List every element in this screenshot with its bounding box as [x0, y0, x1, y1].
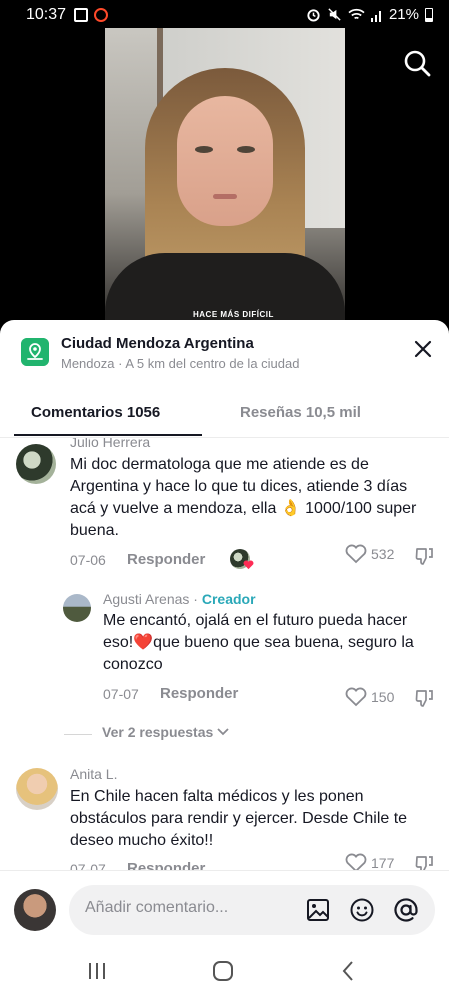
heart-icon: [243, 560, 254, 570]
tab-reviews[interactable]: Reseñas 10,5 mil: [240, 404, 361, 421]
close-icon[interactable]: [410, 336, 436, 362]
comment-text: Mi doc dermatologa que me atiende es de …: [70, 456, 417, 539]
comment-author[interactable]: Anita L.: [70, 766, 117, 782]
status-indicators: 21%: [306, 6, 433, 23]
dislike-icon[interactable]: [414, 688, 434, 708]
image-icon[interactable]: [305, 897, 331, 923]
tab-comments[interactable]: Comentarios 1056: [31, 404, 160, 421]
heart-outline-icon: [345, 853, 367, 870]
alarm-icon: [307, 9, 320, 22]
gallery-notification-icon: [74, 8, 88, 22]
comment-text: En Chile hacen falta médicos y les ponen…: [70, 788, 408, 849]
reply-button[interactable]: Responder: [160, 685, 238, 702]
system-nav-bar: [0, 944, 449, 1000]
like-count: 150: [371, 689, 395, 705]
like-button[interactable]: 150: [345, 687, 394, 707]
reply-author[interactable]: Agusti Arenas · Creador: [103, 591, 256, 607]
location-pin-icon: [21, 338, 49, 366]
battery-percent: 21%: [388, 6, 419, 23]
tab-bar: Comentarios 1056 Reseñas 10,5 mil: [0, 392, 449, 438]
reply-button[interactable]: Responder: [127, 551, 205, 568]
status-notification-icons: [74, 8, 108, 22]
mention-icon[interactable]: [393, 897, 419, 923]
mute-icon: [328, 8, 341, 21]
video-person-face: [177, 96, 273, 226]
home-icon[interactable]: [210, 958, 236, 984]
view-replies-button[interactable]: Ver 2 respuestas: [102, 724, 229, 740]
search-icon[interactable]: [400, 46, 434, 80]
heart-outline-icon: [345, 544, 367, 564]
like-count: 177: [371, 855, 395, 870]
record-notification-icon: [94, 8, 108, 22]
video-person-eye: [237, 146, 255, 153]
status-time: 10:37: [26, 6, 67, 23]
view-replies-label: Ver 2 respuestas: [102, 724, 214, 740]
avatar[interactable]: [63, 594, 91, 622]
like-button[interactable]: 177: [345, 853, 394, 870]
avatar[interactable]: [16, 768, 58, 810]
reply-author-name: Agusti Arenas: [103, 591, 190, 607]
creator-badge: Creador: [201, 591, 256, 607]
dislike-icon[interactable]: [414, 854, 434, 870]
place-header[interactable]: Ciudad Mendoza Argentina Mendoza · A 5 k…: [0, 320, 449, 388]
reply-button[interactable]: Responder: [127, 860, 205, 870]
video-person-eye: [195, 146, 213, 153]
wifi-icon: [348, 8, 365, 20]
battery-icon: [425, 7, 433, 22]
comment-date: 07-07: [70, 861, 106, 870]
comment-input-bar: [0, 870, 449, 944]
comment-input[interactable]: [85, 899, 295, 917]
tab-active-indicator: [14, 434, 202, 436]
dislike-icon[interactable]: [414, 546, 434, 566]
heart-outline-icon: [345, 687, 367, 707]
back-icon[interactable]: [336, 958, 362, 984]
user-avatar[interactable]: [14, 889, 56, 931]
chevron-down-icon: [217, 728, 229, 736]
recent-apps-icon[interactable]: [84, 958, 110, 984]
reply-date: 07-07: [103, 686, 139, 702]
comment-input-container[interactable]: [69, 885, 435, 935]
emoji-icon[interactable]: [349, 897, 375, 923]
divider: [64, 734, 92, 735]
comments-sheet: Ciudad Mendoza Argentina Mendoza · A 5 k…: [0, 320, 449, 1000]
place-subtitle: Mendoza · A 5 km del centro de la ciudad: [61, 356, 300, 371]
video-person-mouth: [213, 194, 237, 199]
comment-date: 07-06: [70, 552, 106, 568]
place-name: Ciudad Mendoza Argentina: [61, 335, 254, 352]
avatar[interactable]: [16, 444, 56, 484]
comment-list[interactable]: Julio Herrera Mi doc dermatologa que me …: [0, 438, 449, 870]
hoodie-print: HACE MÁS DIFÍCIL: [193, 310, 274, 319]
like-count: 532: [371, 546, 395, 562]
video-player[interactable]: HACE MÁS DIFÍCIL: [105, 28, 345, 328]
like-button[interactable]: 532: [345, 544, 394, 564]
reply-text: Me encantó, ojalá en el futuro pueda hac…: [103, 612, 414, 673]
comment-author[interactable]: Julio Herrera: [70, 438, 150, 450]
signal-icon: [370, 10, 381, 22]
